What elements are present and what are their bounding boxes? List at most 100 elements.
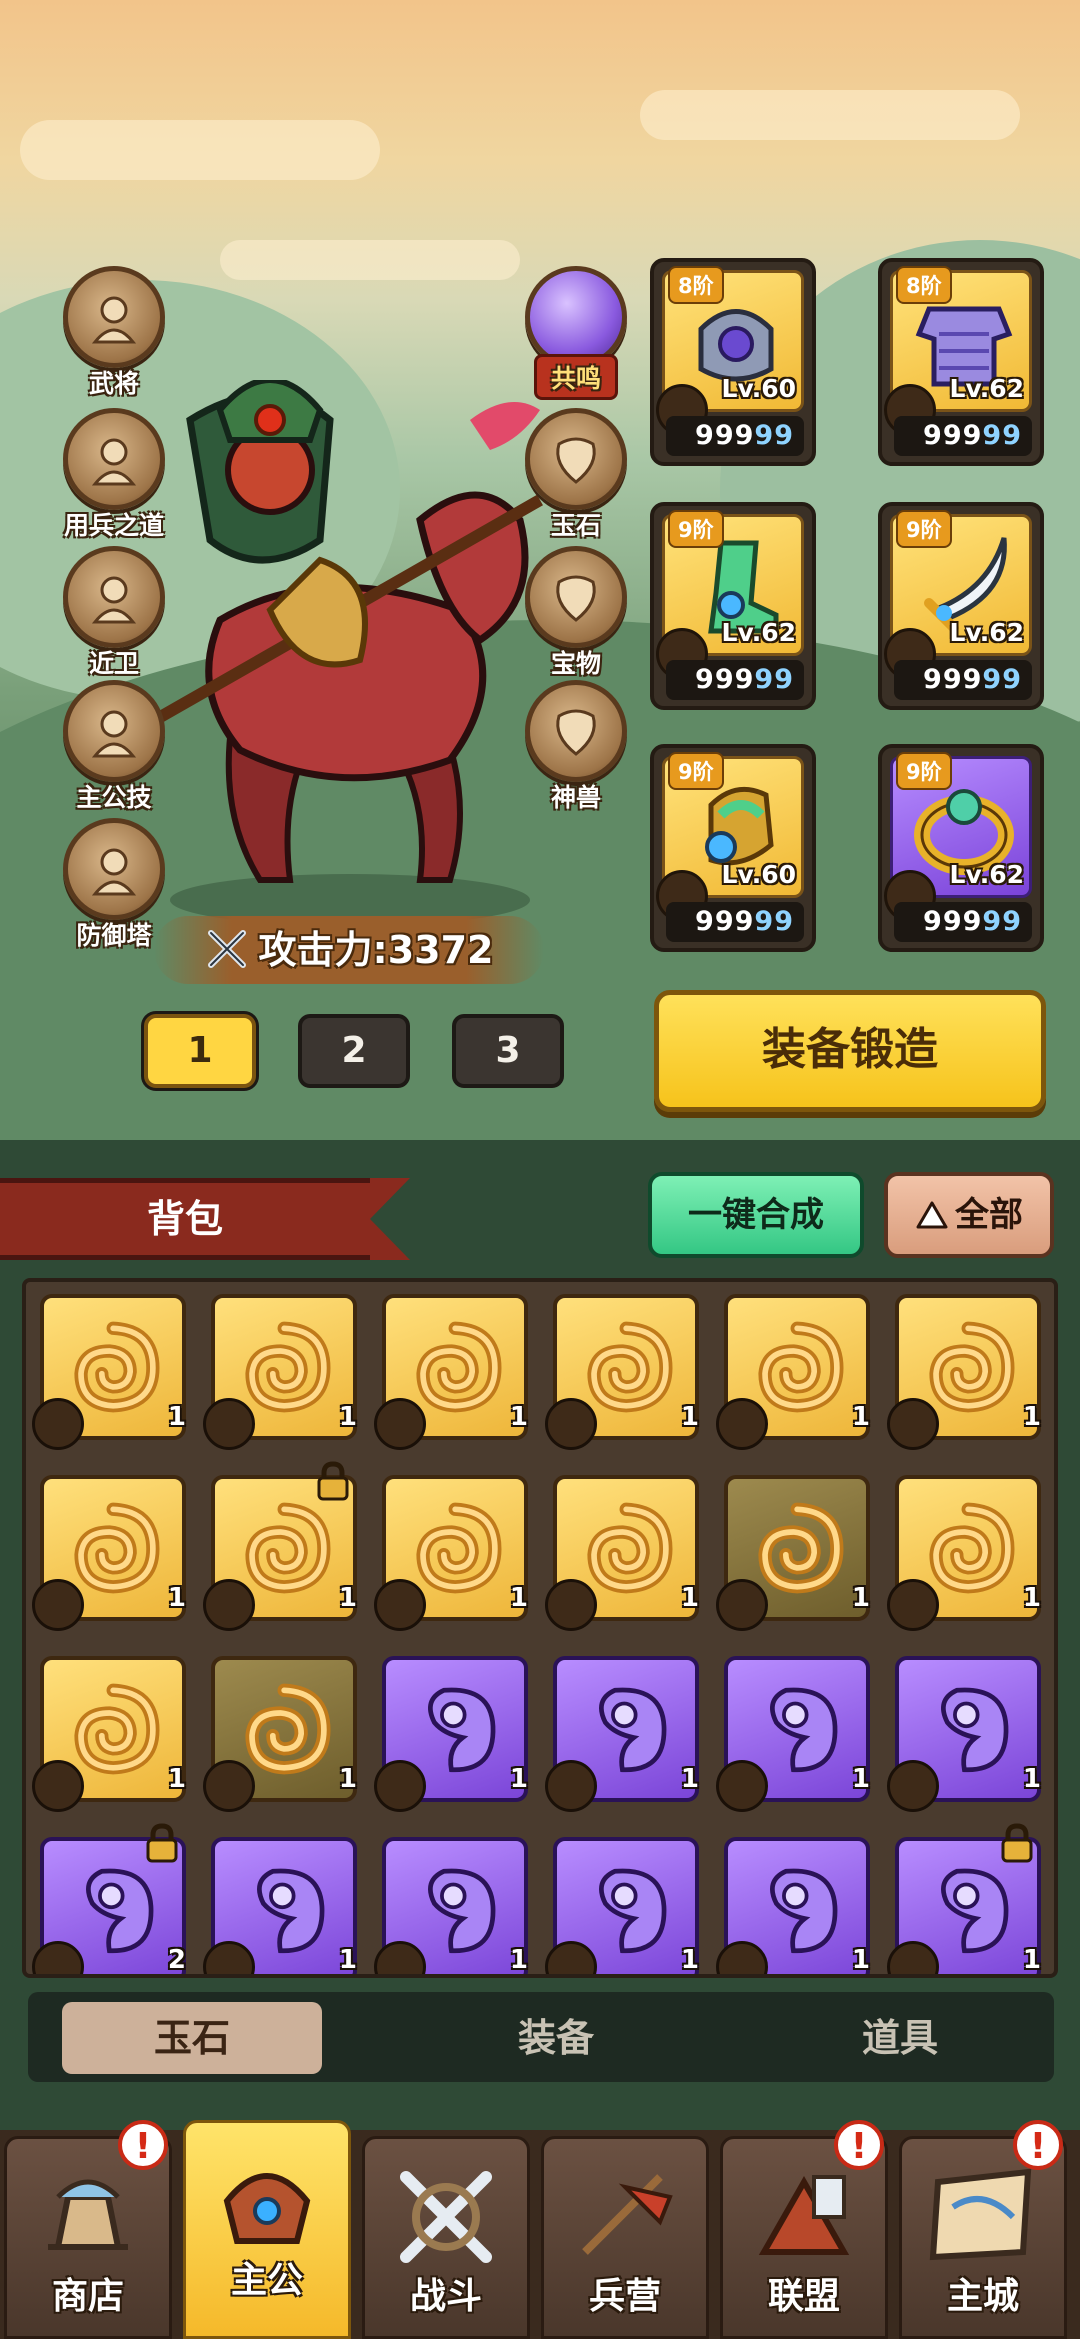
bag-item[interactable]: 1 xyxy=(887,1652,1041,1814)
equipment-level: Lv.62 xyxy=(721,618,796,647)
bag-item[interactable]: 1 xyxy=(203,1461,357,1633)
side-menu-treasure[interactable]: 宝物 xyxy=(506,546,646,680)
gold-jade-icon xyxy=(587,1321,673,1413)
bag-item[interactable]: 1 xyxy=(545,1833,699,1974)
equipment-forge-button[interactable]: 装备锻造 xyxy=(654,990,1046,1112)
tactics-icon xyxy=(63,408,165,510)
slot-type-icon xyxy=(374,1760,426,1812)
item-count: 1 xyxy=(509,1764,528,1794)
side-menu-jade[interactable]: 玉石 xyxy=(506,408,646,542)
gold-jade-icon xyxy=(416,1321,502,1413)
side-menu-guard[interactable]: 近卫 xyxy=(44,546,184,680)
bag-item[interactable]: 1 xyxy=(887,1823,1041,1974)
bag-item[interactable]: 1 xyxy=(716,1471,870,1633)
bag-item[interactable]: 1 xyxy=(203,1652,357,1814)
item-count: 1 xyxy=(680,1402,699,1432)
nav-barracks[interactable]: 兵营 xyxy=(541,2136,709,2339)
nav-label: 战斗 xyxy=(409,2276,482,2317)
lock-icon xyxy=(999,1823,1035,1863)
bag-item[interactable]: 1 xyxy=(887,1290,1041,1452)
slot-type-icon xyxy=(716,1579,768,1631)
gold-jade-icon xyxy=(245,1683,331,1775)
side-menu-lord-skill[interactable]: 主公技 xyxy=(44,680,184,814)
equipment-tier: 8阶 xyxy=(896,266,952,304)
beast-icon xyxy=(525,680,627,782)
equipment-slot[interactable]: 9阶 Lv.62 99999 xyxy=(878,502,1044,710)
equipment-level: Lv.62 xyxy=(949,618,1024,647)
bag-item[interactable]: 1 xyxy=(545,1290,699,1452)
bag-item[interactable]: 1 xyxy=(887,1471,1041,1633)
bag-item[interactable]: 1 xyxy=(716,1290,870,1452)
item-count: 1 xyxy=(680,1583,699,1613)
page-button-3[interactable]: 3 xyxy=(452,1014,564,1088)
bag-item[interactable]: 1 xyxy=(32,1652,186,1814)
bag-item[interactable]: 1 xyxy=(374,1652,528,1814)
equipment-slot[interactable]: 9阶 Lv.62 99999 xyxy=(650,502,816,710)
item-count: 2 xyxy=(167,1945,186,1975)
equipment-slot[interactable]: 9阶 Lv.60 99999 xyxy=(650,744,816,952)
item-count: 1 xyxy=(509,1402,528,1432)
slot-type-icon xyxy=(545,1760,597,1812)
gold-jade-icon xyxy=(587,1502,673,1594)
lock-icon xyxy=(144,1823,180,1863)
equipment-value: 99999 xyxy=(666,416,804,456)
equipment-tier: 9阶 xyxy=(896,510,952,548)
page-button-1[interactable]: 1 xyxy=(144,1014,256,1088)
bag-item[interactable]: 2 xyxy=(32,1823,186,1975)
purple-jade-icon xyxy=(257,1868,325,1954)
lord-skill-icon xyxy=(63,680,165,782)
crossed-swords-icon xyxy=(207,930,246,968)
bag-item[interactable]: 1 xyxy=(374,1471,528,1633)
bag-item[interactable]: 1 xyxy=(374,1833,528,1974)
purple-jade-icon xyxy=(770,1868,838,1954)
nav-label: 兵营 xyxy=(588,2276,661,2317)
page-button-2[interactable]: 2 xyxy=(298,1014,410,1088)
gold-jade-icon xyxy=(758,1321,844,1413)
side-menu-label: 近卫 xyxy=(88,649,139,678)
cloud xyxy=(640,90,1020,140)
nav-label: 商店 xyxy=(51,2276,124,2317)
one-click-merge-button[interactable]: 一键合成 xyxy=(648,1172,864,1258)
side-menu-resonance-orb[interactable]: 共鸣 xyxy=(506,266,646,400)
bag-tab-0[interactable]: 玉石 xyxy=(62,2002,322,2074)
purple-jade-icon xyxy=(599,1687,667,1773)
filter-all-button[interactable]: 全部 xyxy=(884,1172,1054,1258)
purple-jade-icon xyxy=(941,1868,1009,1954)
bag-item[interactable]: 1 xyxy=(203,1833,357,1974)
bag-item[interactable]: 1 xyxy=(545,1652,699,1814)
bag-item[interactable]: 1 xyxy=(545,1471,699,1633)
alert-badge-icon: ! xyxy=(834,2120,884,2170)
equipment-slot[interactable]: 9阶 Lv.62 99999 xyxy=(878,744,1044,952)
side-menu-general[interactable]: 武将 xyxy=(44,266,184,400)
gold-jade-icon xyxy=(245,1321,331,1413)
bag-item[interactable]: 1 xyxy=(32,1471,186,1633)
bag-title: 背包 xyxy=(0,1178,410,1260)
item-count: 1 xyxy=(851,1583,870,1613)
shop-icon xyxy=(48,2179,128,2250)
gold-jade-icon xyxy=(929,1321,1015,1413)
equipment-value-text: 99999 xyxy=(695,906,794,937)
attack-power-value: 3372 xyxy=(387,928,494,972)
equipment-slot[interactable]: 8阶 Lv.62 99999 xyxy=(878,258,1044,466)
equipment-level: Lv.62 xyxy=(949,374,1024,403)
slot-type-icon xyxy=(32,1760,84,1812)
gold-jade-icon xyxy=(74,1502,160,1594)
bag-tab-2[interactable]: 道具 xyxy=(750,2002,1050,2074)
filter-all-label: 全部 xyxy=(955,1195,1023,1235)
battle-icon xyxy=(400,2171,492,2263)
slot-type-icon xyxy=(203,1760,255,1812)
side-menu-beast[interactable]: 神兽 xyxy=(506,680,646,814)
bag-item[interactable]: 1 xyxy=(716,1652,870,1814)
bag-tab-1[interactable]: 装备 xyxy=(406,2002,706,2074)
bag-item[interactable]: 1 xyxy=(32,1290,186,1452)
bag-item[interactable]: 1 xyxy=(203,1290,357,1452)
nav-battle[interactable]: 战斗 xyxy=(362,2136,530,2339)
bag-item[interactable]: 1 xyxy=(716,1833,870,1974)
equipment-slot[interactable]: 8阶 Lv.60 99999 xyxy=(650,258,816,466)
nav-lord[interactable]: 主公 xyxy=(183,2120,351,2339)
equipment-value-text: 99999 xyxy=(695,420,794,451)
side-menu-tactics[interactable]: 用兵之道 xyxy=(44,408,184,542)
bag-item[interactable]: 1 xyxy=(374,1290,528,1452)
equipment-level: Lv.62 xyxy=(949,860,1024,889)
resonance-orb-icon xyxy=(525,266,627,368)
